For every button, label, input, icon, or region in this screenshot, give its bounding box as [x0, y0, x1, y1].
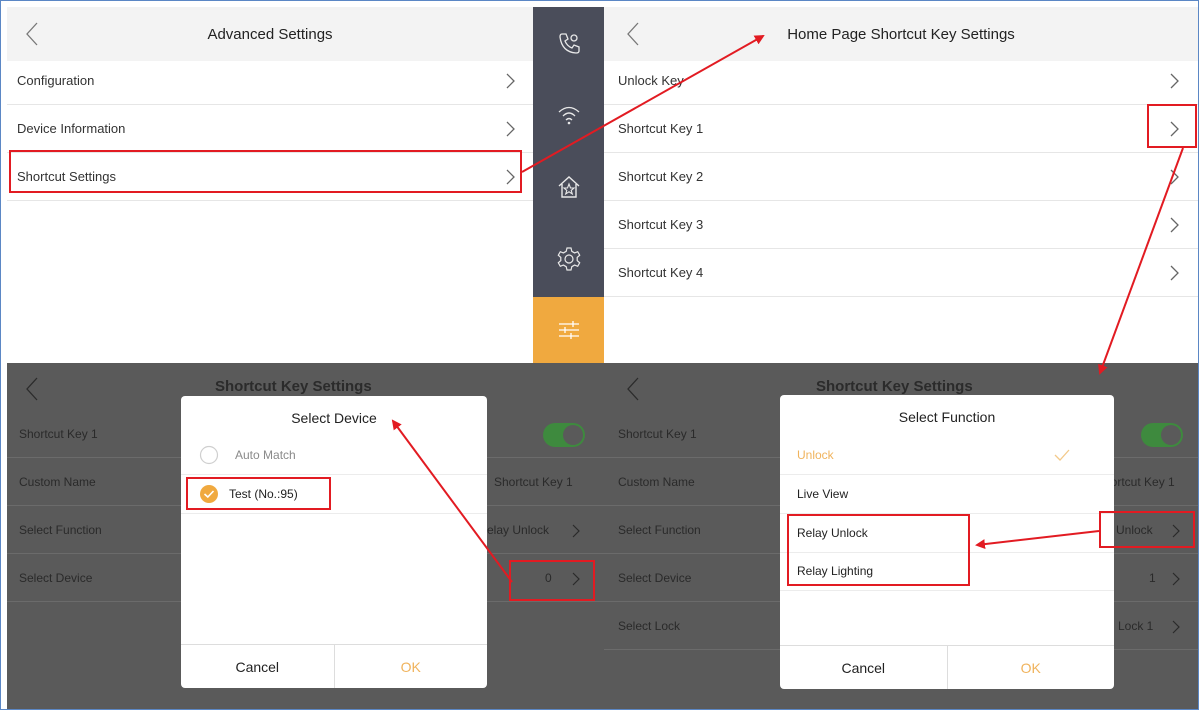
menu-item-shortcut-key-2[interactable]: Shortcut Key 2 — [604, 153, 1198, 201]
dialog-footer: Cancel OK — [780, 645, 1114, 689]
ok-button[interactable]: OK — [335, 645, 488, 688]
menu-item-label: Shortcut Key 4 — [618, 265, 704, 280]
dialog-title: Select Device — [291, 410, 377, 426]
menu-item-configuration[interactable]: Configuration — [7, 57, 533, 105]
row-label: Shortcut Key 1 — [19, 427, 98, 441]
shortcut-enable-toggle[interactable] — [1141, 423, 1183, 447]
chevron-right-icon — [506, 73, 515, 89]
highlight-box-select-function — [1099, 511, 1195, 548]
custom-name-value[interactable]: Shortcut Key 1 — [494, 475, 573, 489]
row-label: Select Device — [19, 571, 93, 585]
checkmark-icon — [1054, 449, 1070, 461]
menu-item-shortcut-key-4[interactable]: Shortcut Key 4 — [604, 249, 1198, 297]
radio-unchecked-icon — [199, 445, 219, 465]
row-label: Shortcut Key 1 — [618, 427, 697, 441]
menu-item-label: Device Information — [17, 121, 126, 136]
chevron-right-icon — [506, 121, 515, 137]
option-auto-match[interactable]: Auto Match — [181, 436, 487, 475]
row-label: Custom Name — [19, 475, 96, 489]
menu-item-device-information[interactable]: Device Information — [7, 105, 533, 153]
chevron-right-icon — [1170, 73, 1179, 89]
advanced-settings-header: Advanced Settings — [7, 7, 533, 61]
sidebar-item-advanced[interactable] — [533, 297, 604, 363]
back-icon[interactable] — [21, 20, 45, 48]
menu-item-unlock-key[interactable]: Unlock Key — [604, 57, 1198, 105]
option-label: Unlock — [797, 448, 834, 462]
dialog-title: Select Function — [898, 409, 996, 425]
home-shortcut-header: Home Page Shortcut Key Settings — [604, 7, 1198, 61]
shortcut-enable-toggle[interactable] — [543, 423, 585, 447]
back-icon[interactable] — [622, 20, 646, 48]
chevron-right-icon — [1170, 217, 1179, 233]
menu-item-label: Shortcut Key 3 — [618, 217, 704, 232]
menu-item-shortcut-key-1[interactable]: Shortcut Key 1 — [604, 105, 1198, 153]
cancel-button[interactable]: Cancel — [181, 645, 335, 688]
highlight-box-shortcut-key-1 — [1147, 104, 1197, 148]
select-device-dialog: Select Device Auto Match Test (No.:95) C… — [181, 396, 487, 688]
option-unlock[interactable]: Unlock — [780, 436, 1114, 475]
option-label: Live View — [797, 487, 849, 501]
dialog-footer: Cancel OK — [181, 644, 487, 688]
gear-icon — [557, 247, 580, 271]
call-settings-icon — [558, 33, 580, 54]
menu-item-label: Unlock Key — [618, 73, 684, 88]
option-label: Auto Match — [235, 448, 296, 462]
menu-item-shortcut-key-3[interactable]: Shortcut Key 3 — [604, 201, 1198, 249]
select-lock-value[interactable]: Lock 1 — [1118, 619, 1153, 633]
highlight-box-shortcut-settings — [9, 150, 522, 193]
option-live-view[interactable]: Live View — [780, 475, 1114, 514]
menu-item-label: Configuration — [17, 73, 95, 88]
sidebar-item-call-settings[interactable] — [533, 11, 604, 75]
row-label: Custom Name — [618, 475, 695, 489]
chevron-right-icon — [1170, 169, 1179, 185]
back-icon[interactable] — [622, 375, 646, 403]
sliders-icon — [558, 321, 579, 339]
page-title: Shortcut Key Settings — [816, 378, 973, 395]
wifi-icon — [558, 106, 579, 125]
page-title: Home Page Shortcut Key Settings — [787, 25, 1015, 43]
sidebar-item-home[interactable] — [533, 155, 604, 219]
menu-item-label: Shortcut Key 2 — [618, 169, 704, 184]
highlight-box-relay-options — [787, 514, 970, 586]
row-label: Select Function — [19, 523, 102, 537]
sidebar — [533, 7, 604, 363]
select-function-value[interactable]: elay Unlock — [487, 523, 549, 537]
highlight-box-test-device — [186, 477, 331, 510]
chevron-right-icon — [1172, 572, 1180, 586]
home-icon — [558, 176, 579, 198]
select-device-value[interactable]: 1 — [1149, 571, 1156, 585]
row-label: Select Lock — [618, 619, 681, 633]
ok-button[interactable]: OK — [948, 646, 1115, 689]
sidebar-item-wifi[interactable] — [533, 83, 604, 147]
row-label: Select Function — [618, 523, 701, 537]
cancel-button[interactable]: Cancel — [780, 646, 948, 689]
chevron-right-icon — [1172, 620, 1180, 634]
chevron-right-icon — [1170, 265, 1179, 281]
row-label: Select Device — [618, 571, 692, 585]
highlight-box-select-device — [509, 560, 595, 601]
back-icon[interactable] — [21, 375, 45, 403]
page-title: Shortcut Key Settings — [215, 378, 372, 395]
chevron-right-icon — [572, 524, 580, 538]
menu-item-label: Shortcut Key 1 — [618, 121, 704, 136]
sidebar-item-settings[interactable] — [533, 227, 604, 291]
page-title: Advanced Settings — [207, 25, 333, 43]
